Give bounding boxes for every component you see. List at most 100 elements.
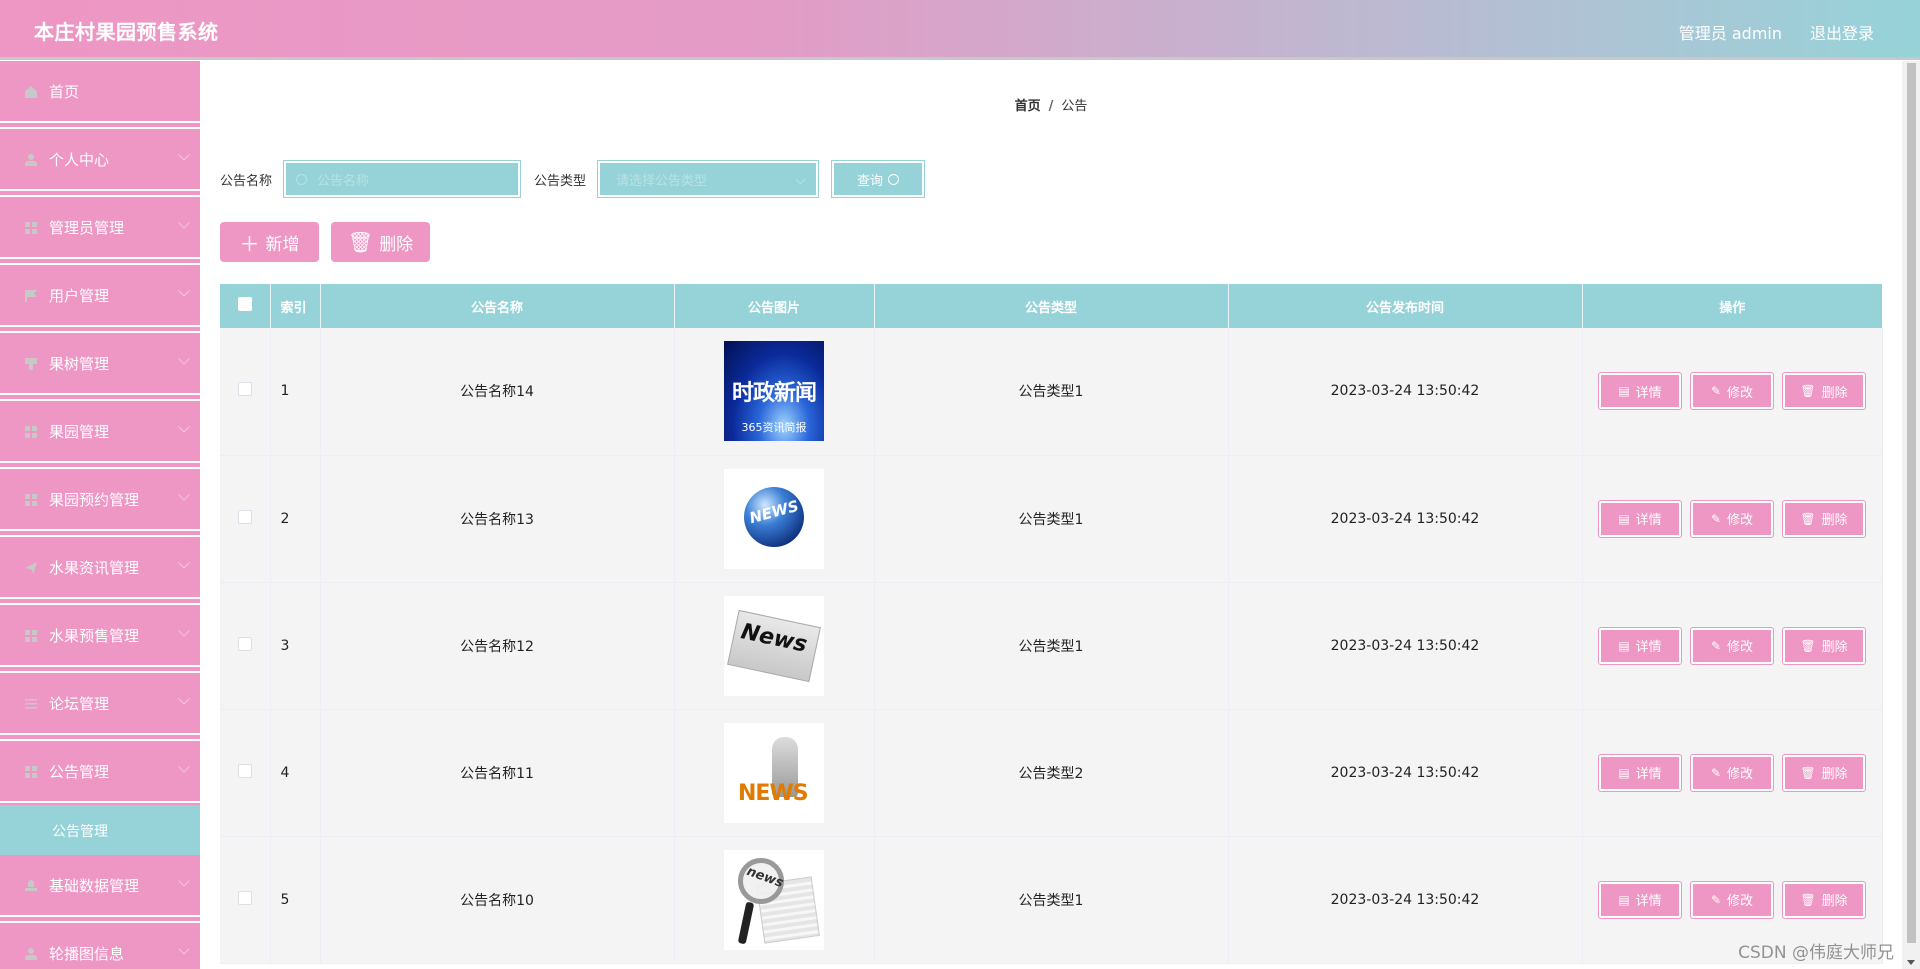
row-time: 2023-03-24 13:50:42: [1228, 328, 1583, 456]
row-checkbox[interactable]: [237, 509, 252, 524]
sidebar-item-label: 果园预约管理: [49, 491, 140, 509]
batch-delete-button[interactable]: 🗑 删除: [331, 222, 430, 262]
row-checkbox[interactable]: [237, 382, 252, 397]
scrollbar-thumb[interactable]: [1907, 63, 1916, 943]
row-name: 公告名称13: [320, 455, 675, 583]
sidebar-item-fruit-news-management[interactable]: 水果资讯管理: [0, 537, 200, 599]
sidebar-item-user-management[interactable]: 用户管理: [0, 265, 200, 327]
edit-label: 修改: [1727, 894, 1754, 909]
sidebar-item-label: 管理员管理: [49, 219, 125, 237]
pencil-icon: ✎: [1710, 511, 1722, 526]
logout-link[interactable]: 退出登录: [1810, 20, 1874, 44]
query-button[interactable]: 查询: [831, 160, 926, 198]
user-icon: [25, 154, 37, 166]
sidebar-subitem-notice-management[interactable]: 公告管理: [0, 805, 200, 855]
stamp-icon: [25, 880, 37, 892]
sidebar-item-admin-management[interactable]: 管理员管理: [0, 197, 200, 259]
table-row: 2 公告名称13 NEWS 公告类型1 2023-03-24 13:50:42 …: [220, 455, 1883, 583]
sidebar-item-forum-management[interactable]: 论坛管理: [0, 673, 200, 735]
search-bar: 公告名称 公告名称 公告类型 请选择公告类型 查询: [220, 160, 926, 198]
detail-button[interactable]: ▤ 详情: [1598, 626, 1682, 665]
notice-image-thumbnail[interactable]: NEWS: [724, 722, 824, 823]
sidebar-item-base-data-management[interactable]: 基础数据管理: [0, 855, 200, 917]
sidebar-item-personal-center[interactable]: 个人中心: [0, 129, 200, 191]
sidebar-item-carousel-info[interactable]: 轮播图信息: [0, 923, 200, 969]
delete-button[interactable]: 🗑 删除: [1782, 753, 1866, 792]
pencil-icon: ✎: [1710, 892, 1722, 907]
chevron-down-icon: [178, 149, 190, 161]
pencil-icon: ✎: [1710, 765, 1722, 780]
row-index: 2: [270, 455, 321, 583]
select-all-checkbox[interactable]: [237, 297, 252, 311]
delete-label: 删除: [1821, 513, 1848, 528]
detail-button[interactable]: ▤ 详情: [1598, 753, 1682, 792]
delete-button[interactable]: 🗑 删除: [1782, 880, 1866, 919]
column-header-time: 公告发布时间: [1228, 284, 1583, 328]
delete-button[interactable]: 🗑 删除: [1782, 372, 1866, 411]
detail-button[interactable]: ▤ 详情: [1598, 499, 1682, 538]
notice-image-thumbnail[interactable]: NEWS: [724, 468, 824, 569]
select-all-header: [220, 284, 271, 328]
main-content: 首页 / 公告 公告名称 公告名称 公告类型 请选择公告类型 查询 ＋ 新增 🗑 删…: [200, 61, 1902, 969]
table-row: 3 公告名称12 News 公告类型1 2023-03-24 13:50:42 …: [220, 582, 1883, 710]
row-index: 3: [270, 582, 321, 710]
chevron-down-icon: [178, 421, 190, 433]
grid-icon: [25, 766, 37, 778]
sidebar-item-label: 公告管理: [49, 763, 110, 781]
row-actions: ▤ 详情 ✎ 修改 🗑 删除: [1582, 582, 1883, 710]
trash-icon: 🗑: [1800, 384, 1816, 399]
edit-button[interactable]: ✎ 修改: [1690, 626, 1774, 665]
current-user-label: 管理员 admin: [1678, 24, 1782, 43]
sidebar-item-orchard-booking-management[interactable]: 果园预约管理: [0, 469, 200, 531]
delete-button[interactable]: 🗑 删除: [1782, 626, 1866, 665]
edit-label: 修改: [1727, 385, 1754, 401]
chevron-down-icon: [178, 557, 190, 569]
edit-button[interactable]: ✎ 修改: [1690, 880, 1774, 919]
pencil-icon: ✎: [1710, 384, 1722, 399]
add-button-label: 新增: [265, 234, 300, 255]
notice-image-thumbnail[interactable]: news: [724, 849, 824, 950]
row-checkbox[interactable]: [237, 890, 252, 905]
edit-label: 修改: [1727, 640, 1754, 655]
column-header-index: 索引: [270, 284, 321, 328]
trash-icon: 🗑: [347, 230, 374, 254]
edit-button[interactable]: ✎ 修改: [1690, 753, 1774, 792]
row-checkbox[interactable]: [237, 636, 252, 651]
chevron-down-icon: [178, 693, 190, 705]
sidebar-item-fruit-tree-management[interactable]: 果树管理: [0, 333, 200, 395]
sidebar-item-home[interactable]: 首页: [0, 61, 200, 123]
row-name: 公告名称11: [320, 709, 675, 837]
scroll-down-arrow-icon[interactable]: [1907, 960, 1915, 965]
sidebar: 首页 个人中心 管理员管理 用户管理 果树管理 果园管理 果园预约管理 水果资讯…: [0, 61, 200, 969]
breadcrumb-home[interactable]: 首页: [1015, 99, 1041, 114]
row-type: 公告类型1: [874, 836, 1229, 964]
detail-button[interactable]: ▤ 详情: [1598, 880, 1682, 919]
search-icon: [296, 173, 308, 185]
add-button[interactable]: ＋ 新增: [220, 222, 319, 262]
notice-image-thumbnail[interactable]: News: [724, 595, 824, 696]
sidebar-item-label: 首页: [49, 83, 80, 101]
notice-type-select[interactable]: 请选择公告类型: [597, 160, 820, 198]
sidebar-item-notice-management[interactable]: 公告管理: [0, 741, 200, 803]
sidebar-item-orchard-management[interactable]: 果园管理: [0, 401, 200, 463]
trash-icon: 🗑: [1800, 638, 1816, 653]
detail-button[interactable]: ▤ 详情: [1598, 372, 1682, 411]
sidebar-item-label: 水果预售管理: [49, 627, 140, 645]
chevron-down-icon: [178, 217, 190, 229]
notice-image-thumbnail[interactable]: 时政新闻 365资讯简报: [724, 341, 824, 442]
edit-button[interactable]: ✎ 修改: [1690, 499, 1774, 538]
notice-type-label: 公告类型: [534, 173, 587, 189]
row-actions: ▤ 详情 ✎ 修改 🗑 删除: [1582, 709, 1883, 837]
breadcrumb: 首页 / 公告: [200, 95, 1902, 114]
row-checkbox[interactable]: [237, 763, 252, 778]
vertical-scrollbar[interactable]: [1902, 61, 1920, 969]
column-header-type: 公告类型: [874, 284, 1229, 328]
thumbnail-title: 时政新闻: [731, 381, 817, 407]
edit-button[interactable]: ✎ 修改: [1690, 372, 1774, 411]
notice-name-input[interactable]: 公告名称: [283, 160, 522, 198]
sidebar-item-fruit-presale-management[interactable]: 水果预售管理: [0, 605, 200, 667]
row-type: 公告类型1: [874, 328, 1229, 456]
delete-button[interactable]: 🗑 删除: [1782, 499, 1866, 538]
breadcrumb-current: 公告: [1061, 99, 1088, 114]
notice-table: 索引 公告名称 公告图片 公告类型 公告发布时间 操作 1 公告名称14 时政新…: [220, 284, 1883, 964]
